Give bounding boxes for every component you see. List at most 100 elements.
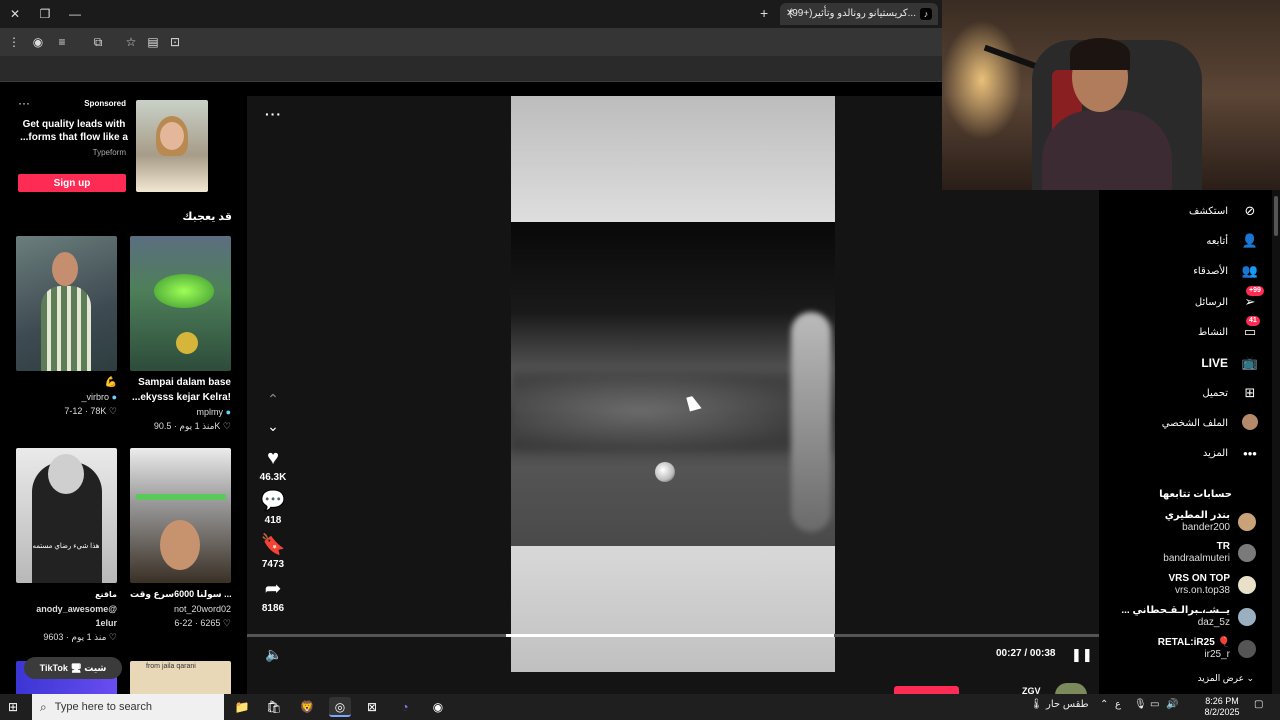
get-tiktok-app-button[interactable]: TikTok 🖥 شيت: [24, 657, 122, 679]
comment-icon: 💬: [260, 490, 286, 512]
search-icon: ⌕: [40, 699, 47, 714]
save-count: 7473: [261, 559, 285, 570]
thermometer-icon[interactable]: 🌡: [1030, 699, 1043, 710]
avatar: [1238, 608, 1256, 626]
account-name: RETAL:iR25 🎈: [1157, 637, 1230, 648]
video-meta: منذ 1 يوم · 90.5K ♡: [153, 421, 231, 431]
sidebar-item-profile[interactable]: الملف الشخصي: [1162, 412, 1260, 434]
account-name: TR: [1216, 541, 1230, 552]
volume-icon[interactable]: 🔈: [265, 646, 282, 663]
comment-button[interactable]: 💬 418: [253, 489, 293, 526]
live-icon: 📺: [1241, 355, 1259, 370]
share-icon: ➦: [264, 578, 282, 600]
sidebar-item-friends[interactable]: الأصدقاء 👥: [1193, 260, 1260, 282]
nav-label: أتابعه: [1206, 235, 1228, 247]
previous-video-icon[interactable]: ⌃: [263, 391, 283, 408]
file-explorer-icon[interactable]: 📁: [231, 697, 253, 717]
windows-start-icon[interactable]: ⊞: [8, 700, 22, 714]
extensions-icon[interactable]: ⧉: [90, 34, 106, 50]
following-account[interactable]: TR bandraalmuteri: [1163, 541, 1256, 565]
heart-outline-icon: ♡: [108, 632, 117, 642]
video-author[interactable]: mplmy ●: [130, 405, 231, 419]
store-icon[interactable]: 🛍: [263, 697, 285, 717]
reading-list-icon[interactable]: ▤: [145, 34, 161, 50]
like-button[interactable]: ♥ 46.3K: [253, 446, 293, 483]
sidebar-item-explore[interactable]: استكشف ⊘: [1189, 200, 1260, 222]
discord-icon[interactable]: ◔: [394, 697, 416, 717]
close-window-icon[interactable]: ✕: [6, 6, 24, 22]
follow-button[interactable]: [894, 686, 959, 694]
profile-avatar-icon: [1240, 413, 1260, 433]
star-icon[interactable]: ☆: [123, 34, 139, 50]
sign-up-button[interactable]: Sign up: [18, 174, 126, 192]
share-button[interactable]: ➦ 8186: [253, 577, 293, 614]
taskbar-search-input[interactable]: ⌕ Type here to search: [32, 694, 224, 720]
video-thumbnail[interactable]: هذا شيء رضاي مستمه: [16, 448, 117, 583]
following-account[interactable]: بندر المطيري bander200: [1165, 510, 1256, 534]
following-account[interactable]: VRS ON TOP vrs.on.top38: [1169, 573, 1256, 597]
chrome-icon[interactable]: ◎: [329, 697, 351, 717]
more-options-icon[interactable]: ···: [265, 106, 282, 122]
speaker-icon[interactable]: 🔊: [1166, 699, 1178, 710]
profile-icon[interactable]: ◉: [30, 34, 46, 50]
system-clock[interactable]: 8:26 PM 8/2/2025: [1196, 696, 1248, 718]
thumbnail-label: from jaila qarani: [146, 663, 196, 670]
sidebar-scrollbar[interactable]: [1272, 190, 1280, 695]
tab-title: (99+)كريستيانو رونالدو وتأثير...: [788, 8, 916, 19]
video-card[interactable]: هذا شيء رضاي مستمه ماقنع anody_awesome@ …: [16, 448, 117, 644]
notifications-icon[interactable]: ▢: [1254, 699, 1263, 710]
video-meta: 7-12 · 78K ♡: [64, 406, 117, 416]
weather-label[interactable]: طقس حار: [1046, 699, 1089, 710]
ad-options-icon[interactable]: ···: [18, 96, 30, 110]
screenshot-icon[interactable]: ⊡: [167, 34, 183, 50]
playlist-icon[interactable]: ≡: [54, 34, 70, 50]
football: [655, 462, 675, 482]
sidebar-item-following[interactable]: أتابعه 👤: [1206, 230, 1260, 252]
video-thumbnail[interactable]: [130, 236, 231, 371]
video-thumbnail[interactable]: [16, 236, 117, 371]
video-thumbnail[interactable]: from jaila qarani: [130, 661, 231, 695]
following-account[interactable]: ... يــشـ،ـبرالـقـحطاني daz_5z: [1121, 605, 1256, 629]
account-handle: bandraalmuteri: [1163, 553, 1230, 564]
video-thumbnail[interactable]: [130, 448, 231, 583]
menu-dots-icon[interactable]: ⋮: [6, 34, 22, 50]
video-card[interactable]: Sampai dalam base ...ekysss kejar Kelra!…: [130, 236, 231, 433]
video-author[interactable]: _virbro ●: [16, 390, 117, 404]
sidebar-item-more[interactable]: المزيد •••: [1203, 442, 1260, 464]
pause-icon[interactable]: ❚❚: [1071, 647, 1093, 663]
notification-badge: 41: [1246, 316, 1260, 326]
see-more-link[interactable]: عرض المزيد ⌄: [1198, 673, 1254, 684]
xbox-icon[interactable]: ⊠: [361, 697, 383, 717]
ad-headline: Get quality leads with ...forms that flo…: [20, 119, 128, 143]
following-account[interactable]: RETAL:iR25 🎈 ir25_r: [1158, 637, 1256, 661]
friends-icon: 👥: [1241, 263, 1259, 278]
video-card[interactable]: سولنا 6000سرع وقت ...onepiece# لستمر not…: [130, 448, 231, 630]
obs-icon[interactable]: ◉: [427, 697, 449, 717]
save-button[interactable]: 🔖 7473: [253, 533, 293, 570]
account-handle: ir25_r: [1204, 649, 1230, 660]
scrollbar-thumb[interactable]: [1274, 196, 1278, 236]
tiktok-icon: ♪: [920, 8, 932, 20]
minimize-window-icon[interactable]: —: [66, 6, 84, 22]
brave-icon[interactable]: 🦁: [296, 697, 318, 717]
video-author[interactable]: not_20word02: [130, 602, 231, 616]
new-tab-button[interactable]: +: [760, 5, 768, 21]
progress-fill: [506, 634, 834, 637]
sidebar-item-live[interactable]: LIVE 📺: [1201, 352, 1260, 374]
language-indicator[interactable]: ع: [1115, 699, 1121, 710]
video-frame[interactable]: [511, 96, 835, 672]
heart-outline-icon: ♡: [108, 406, 117, 416]
next-video-icon[interactable]: ⌄: [263, 418, 283, 435]
video-card[interactable]: 💪 _virbro ● 7-12 · 78K ♡: [16, 236, 117, 418]
sidebar-item-activity[interactable]: النشاط ▭ 41: [1198, 316, 1260, 343]
sidebar-item-messages[interactable]: الرسائل ➢ +99: [1195, 286, 1264, 313]
microphone-icon[interactable]: 🎙: [1134, 699, 1147, 710]
browser-tab[interactable]: ✕ (99+)كريستيانو رونالدو وتأثير... ♪: [780, 3, 938, 25]
video-author[interactable]: anody_awesome@ 1elur: [16, 602, 117, 630]
share-count: 8186: [261, 603, 285, 614]
ad-image[interactable]: [136, 100, 208, 192]
restore-window-icon[interactable]: ❐: [36, 6, 54, 22]
network-icon[interactable]: ▭: [1150, 699, 1159, 710]
chevron-up-icon[interactable]: ⌃: [1100, 699, 1108, 710]
sidebar-item-upload[interactable]: تحميل ⊞: [1202, 382, 1260, 404]
